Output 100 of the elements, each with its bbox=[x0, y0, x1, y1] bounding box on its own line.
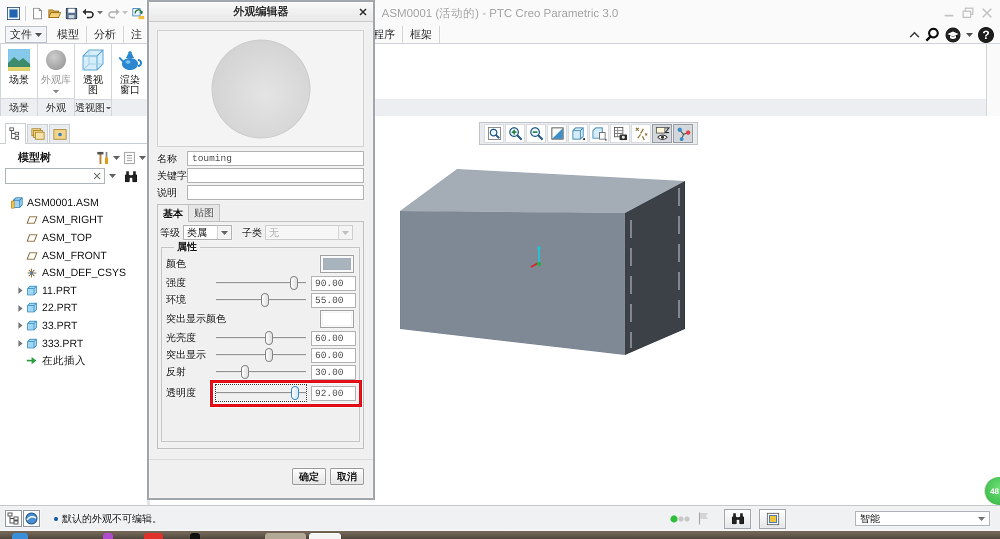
dropdown[interactable]: 类属 bbox=[183, 225, 232, 240]
caret-icon[interactable] bbox=[966, 32, 973, 36]
cube-icon bbox=[26, 302, 38, 314]
save-icon[interactable] bbox=[65, 6, 78, 20]
status-message: 默认的外观不可编辑。 bbox=[62, 512, 162, 526]
close-icon[interactable] bbox=[359, 8, 367, 16]
clear-icon[interactable] bbox=[93, 172, 101, 180]
cube-icon bbox=[26, 338, 38, 350]
binoculars-icon[interactable] bbox=[124, 170, 138, 182]
cancel-button[interactable]: 取消 bbox=[330, 468, 364, 485]
globe-icon[interactable] bbox=[23, 510, 40, 527]
slider-thumb[interactable] bbox=[265, 348, 274, 362]
caret-icon[interactable] bbox=[109, 174, 116, 178]
caret-icon[interactable] bbox=[106, 106, 111, 110]
slider-thumb[interactable] bbox=[290, 276, 298, 290]
help-button[interactable]: ? bbox=[978, 26, 994, 42]
ribbon-button[interactable]: 透视图 bbox=[80, 48, 106, 96]
ribbon-button[interactable]: 渲染窗口 bbox=[117, 48, 143, 96]
tree-item[interactable]: 33.PRT bbox=[0, 317, 147, 335]
slider-thumb[interactable] bbox=[240, 365, 249, 379]
value-field[interactable]: 92.00 bbox=[311, 386, 356, 400]
zoom-fit-icon bbox=[486, 126, 502, 141]
tree-item[interactable]: ASM_RIGHT bbox=[0, 212, 147, 230]
value-field[interactable]: 30.00 bbox=[311, 364, 356, 380]
field-label: 子类 bbox=[242, 226, 262, 240]
datum-markers-icon bbox=[634, 126, 648, 141]
nodes-icon bbox=[676, 126, 690, 141]
field-label: 等级 bbox=[160, 226, 180, 240]
tree-item[interactable]: 22.PRT bbox=[0, 300, 147, 318]
taskbar-icon[interactable] bbox=[190, 533, 200, 539]
undo-icon[interactable] bbox=[82, 6, 95, 20]
plane-icon bbox=[26, 250, 38, 262]
window-button[interactable] bbox=[759, 508, 786, 528]
tree-view-icon[interactable] bbox=[5, 510, 22, 527]
open-folder-icon[interactable] bbox=[48, 6, 61, 20]
folders-icon bbox=[30, 127, 44, 141]
caret-icon[interactable] bbox=[113, 156, 120, 160]
value-field[interactable]: 55.00 bbox=[311, 292, 356, 308]
window-icon bbox=[766, 512, 780, 526]
tree-item[interactable]: ASM_DEF_CSYS bbox=[0, 264, 147, 282]
caret-icon[interactable] bbox=[139, 156, 146, 160]
value-field[interactable]: 60.00 bbox=[311, 348, 356, 362]
app-logo-icon[interactable] bbox=[7, 6, 20, 20]
group-title: 属性 bbox=[176, 240, 198, 254]
caret-icon[interactable] bbox=[221, 230, 228, 234]
tree-item[interactable]: ASM_TOP bbox=[0, 229, 147, 247]
filter-dropdown[interactable]: 智能 bbox=[855, 511, 990, 526]
find-button[interactable] bbox=[724, 508, 751, 528]
new-file-icon[interactable] bbox=[31, 6, 44, 20]
input-field[interactable]: touming bbox=[187, 151, 364, 166]
color-swatch[interactable] bbox=[320, 310, 354, 328]
color-swatch[interactable] bbox=[320, 255, 354, 273]
tree-item[interactable]: 333.PRT bbox=[0, 334, 147, 352]
input-field[interactable] bbox=[187, 185, 364, 200]
tree-item[interactable]: 11.PRT bbox=[0, 282, 147, 300]
search-field[interactable] bbox=[5, 168, 105, 184]
expand-icon[interactable] bbox=[18, 304, 22, 312]
caret-icon[interactable] bbox=[978, 516, 985, 520]
ok-button[interactable]: 确定 bbox=[292, 468, 326, 485]
field-label: 说明 bbox=[157, 186, 178, 200]
slider-thumb[interactable] bbox=[261, 293, 270, 307]
tools-icon[interactable] bbox=[96, 150, 110, 164]
property-label: 强度 bbox=[166, 276, 187, 290]
dropdown: 无 bbox=[265, 225, 353, 240]
binoculars-icon bbox=[730, 512, 744, 525]
ribbon-tab[interactable]: 框架 bbox=[403, 26, 440, 43]
tree-item[interactable]: 在此插入 bbox=[0, 352, 147, 370]
tab[interactable]: 贴图 bbox=[188, 204, 220, 221]
tree-item[interactable]: ASM0001.ASM bbox=[0, 194, 147, 212]
caret-icon[interactable] bbox=[35, 32, 42, 36]
property-label: 透明度 bbox=[166, 386, 197, 400]
toolbar-button[interactable] bbox=[652, 124, 672, 143]
ribbon-tab[interactable]: 分析 bbox=[87, 26, 124, 43]
axes-icon bbox=[26, 267, 38, 280]
cube-icon bbox=[570, 126, 586, 141]
expand-icon[interactable] bbox=[18, 322, 22, 330]
list-icon[interactable] bbox=[123, 150, 136, 164]
slider-track[interactable] bbox=[216, 385, 306, 401]
panel-tab[interactable] bbox=[5, 123, 26, 144]
value-field[interactable]: 60.00 bbox=[311, 330, 356, 346]
regenerate-icon[interactable] bbox=[132, 6, 145, 20]
expand-icon[interactable] bbox=[18, 340, 22, 348]
caret-icon[interactable] bbox=[97, 11, 103, 15]
expand-icon[interactable] bbox=[18, 287, 22, 294]
graduation-cap-icon[interactable] bbox=[945, 26, 961, 42]
camera-icon bbox=[612, 126, 628, 141]
tab[interactable]: 基本 bbox=[157, 204, 189, 222]
chevron-up-icon[interactable] bbox=[909, 31, 920, 38]
ribbon-tab[interactable]: 模型 bbox=[50, 26, 87, 43]
input-field[interactable] bbox=[187, 168, 364, 183]
landscape-icon bbox=[7, 48, 31, 72]
property-label: 反射 bbox=[166, 366, 187, 379]
file-menu-button[interactable]: 文件 bbox=[5, 26, 47, 43]
zoom-out-icon bbox=[528, 126, 544, 141]
ribbon-button[interactable]: 场景 bbox=[6, 48, 32, 86]
tree-item[interactable]: ASM_FRONT bbox=[0, 246, 147, 264]
slider-thumb[interactable] bbox=[265, 331, 274, 345]
slider-thumb[interactable] bbox=[291, 386, 300, 400]
value-field[interactable]: 90.00 bbox=[311, 276, 356, 290]
search-icon[interactable] bbox=[925, 27, 940, 42]
